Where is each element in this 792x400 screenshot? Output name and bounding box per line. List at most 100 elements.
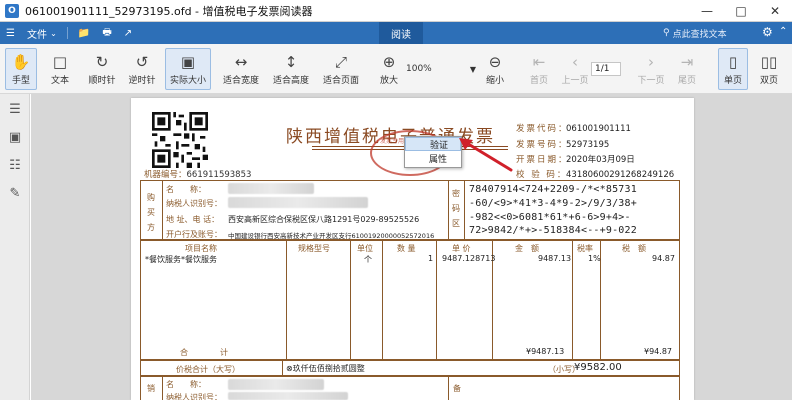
menu-icon[interactable]: ☰	[0, 22, 21, 44]
item-unit: 个	[364, 255, 372, 264]
tab-read[interactable]: 阅读	[379, 22, 423, 44]
first-page-button[interactable]: ⇤ 首页	[524, 48, 554, 90]
search-icon: ⚲	[663, 28, 670, 38]
rotate-cw-button[interactable]: ↻ 顺时针	[84, 48, 120, 90]
zoom-out-button[interactable]: ⊖ 缩小	[480, 48, 510, 90]
prev-page-icon: ‹	[572, 52, 578, 71]
buyer-bank: 中国建设银行西安高新技术产业开发区支行61001920000052572016	[228, 232, 435, 240]
hand-tool-button[interactable]: ✋ 手型	[5, 48, 37, 90]
actual-size-icon: ▣	[180, 52, 196, 71]
collapse-icon[interactable]: ⌃	[779, 26, 787, 37]
thumbnail-icon[interactable]: ▣	[7, 130, 23, 146]
outline-icon[interactable]: ☰	[7, 102, 23, 118]
structure-icon[interactable]: ☷	[7, 158, 23, 174]
buyer-address: 西安高新区综合保税区保八路1291号029-89525526	[228, 215, 420, 224]
page-number-input[interactable]: 1/1	[591, 62, 621, 76]
machine-number: 机器编号：661911593853	[144, 168, 251, 180]
zoom-in-label: 放大	[379, 75, 398, 86]
item-name: *餐饮服务*餐饮服务	[145, 255, 217, 264]
buyer-side-label: 购买方	[147, 193, 155, 232]
invoice-code-value: 061001901111	[566, 124, 631, 134]
export-icon[interactable]: ↗	[118, 22, 138, 44]
maximize-button[interactable]: □	[724, 0, 758, 22]
last-page-button[interactable]: ⇥ 尾页	[672, 48, 702, 90]
rotate-ccw-button[interactable]: ↺ 逆时针	[124, 48, 160, 90]
fit-height-icon: ↕	[284, 52, 298, 71]
zoom-out-icon: ⊖	[488, 52, 502, 71]
divider	[162, 180, 163, 240]
header-tax: 税 额	[622, 244, 646, 253]
buyer-bank-label: 开户行及账号：	[166, 230, 222, 239]
invoice-date: 开票日期：2020年03月09日	[516, 153, 635, 165]
total-words-label: 价税合计（大写）	[176, 365, 240, 374]
fit-page-icon: ⤢	[334, 52, 347, 71]
header-item-name: 项目名称	[185, 244, 217, 253]
print-icon[interactable]: 🖶	[96, 22, 117, 44]
dropdown-arrow-icon: ▼	[469, 64, 476, 74]
fit-width-button[interactable]: ↔ 适合宽度	[218, 48, 264, 90]
file-menu-label: 文件	[26, 29, 47, 41]
zoom-select[interactable]: 100% ▼	[406, 61, 476, 77]
gear-icon[interactable]: ⚙	[762, 25, 773, 39]
cipher-line: -982<<0>6081*61*+6-6>9+4>-	[469, 212, 631, 223]
fit-width-icon: ↔	[234, 52, 248, 71]
fit-page-label: 适合页面	[322, 75, 359, 86]
search-placeholder: 点此查找文本	[672, 29, 727, 40]
divider	[66, 27, 68, 39]
check-code-label: 校 验 码：	[516, 170, 568, 180]
fit-height-button[interactable]: ↕ 适合高度	[268, 48, 314, 90]
item-rate: 1%	[588, 254, 601, 263]
check-code-value: 43180600291268249126	[566, 170, 675, 180]
single-page-button[interactable]: ▯ 单页	[718, 48, 748, 90]
file-menu[interactable]: 文件 ⌄	[21, 22, 63, 44]
verify-menu-item[interactable]: 验证	[405, 137, 461, 151]
header-spec: 规格型号	[298, 244, 330, 253]
double-page-label: 双页	[759, 75, 778, 86]
invoice-date-label: 开票日期：	[516, 155, 569, 165]
seller-taxid-label: 纳税人识别号：	[166, 393, 222, 400]
rotate-ccw-icon: ↺	[135, 52, 149, 71]
open-folder-icon[interactable]: 📁	[72, 22, 96, 44]
minimize-button[interactable]: —	[690, 0, 724, 22]
prev-page-button[interactable]: ‹ 上一页	[560, 48, 590, 90]
zoom-in-button[interactable]: ⊕ 放大	[374, 48, 404, 90]
left-sidebar: ☰ ▣ ☷ ✎	[0, 94, 30, 400]
cipher-line: -60/<9>*41*3-4*9-2>/9/3/38+	[469, 198, 637, 209]
annotation-icon[interactable]: ✎	[7, 186, 23, 202]
rotate-cw-icon: ↻	[95, 52, 109, 71]
single-page-icon: ▯	[728, 52, 738, 71]
actual-size-button[interactable]: ▣ 实际大小	[165, 48, 211, 90]
first-page-label: 首页	[529, 75, 548, 86]
item-amount: 9487.13	[538, 254, 572, 263]
divider	[382, 240, 383, 360]
invoice-date-value: 2020年03月09日	[566, 155, 635, 165]
fit-page-button[interactable]: ⤢ 适合页面	[318, 48, 364, 90]
text-tool-button[interactable]: □ 文本	[44, 48, 76, 90]
cipher-line: 78407914<724+2209-/*<*85731	[469, 184, 637, 195]
machine-number-value: 661911593853	[186, 170, 252, 180]
close-button[interactable]: ✕	[758, 0, 792, 22]
divider	[436, 240, 437, 360]
divider	[162, 376, 163, 400]
last-page-icon: ⇥	[680, 52, 694, 71]
divider	[350, 240, 351, 360]
invoice-number-label: 发票号码：	[516, 140, 569, 150]
next-page-button[interactable]: › 下一页	[634, 48, 668, 90]
properties-menu-item[interactable]: 属性	[405, 151, 461, 166]
window-title: 061001901111_52973195.ofd - 增值税电子发票阅读器	[25, 4, 313, 18]
ofd-reader-icon: O	[5, 3, 19, 18]
prev-page-label: 上一页	[561, 75, 589, 86]
invoice-code: 发票代码：061001901111	[516, 122, 631, 134]
cipher-line: 72>9842/*+>-518384<--+9-022	[469, 225, 637, 236]
buyer-taxid-label: 纳税人识别号：	[166, 199, 222, 208]
hand-icon: ✋	[11, 52, 31, 71]
item-price: 9487.128713	[442, 254, 496, 263]
search-input[interactable]: ⚲ 点此查找文本	[663, 25, 753, 41]
redacted-seller-taxid	[228, 392, 348, 400]
divider	[282, 360, 283, 376]
next-page-icon: ›	[648, 52, 654, 71]
double-page-button[interactable]: ▯▯ 双页	[754, 48, 784, 90]
seller-side-label: 销	[147, 384, 155, 393]
divider	[572, 240, 573, 360]
window-controls: — □ ✕	[690, 0, 792, 22]
